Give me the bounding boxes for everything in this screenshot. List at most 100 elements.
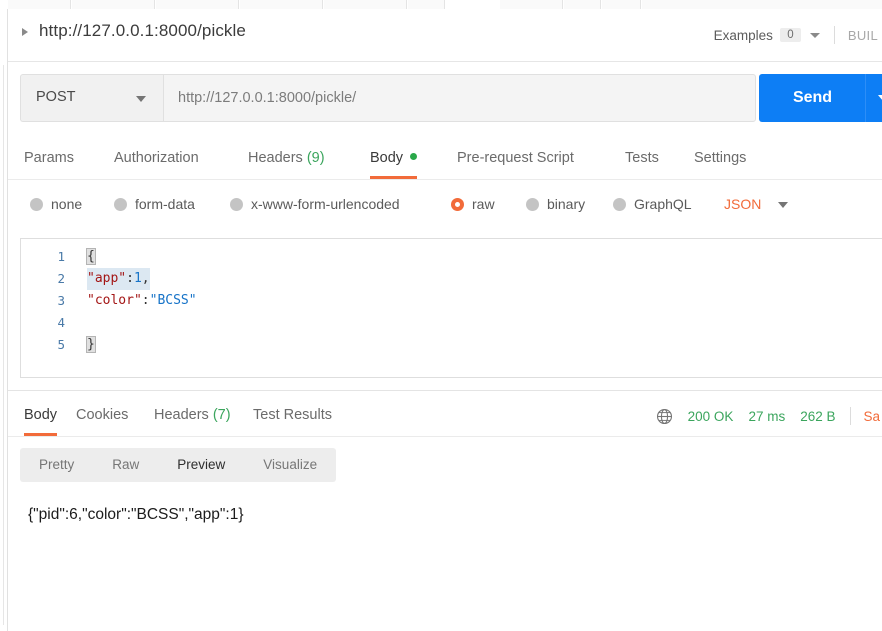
response-view-raw[interactable]: Raw — [93, 448, 158, 482]
body-type-label: none — [51, 196, 83, 212]
chevron-down-icon[interactable] — [778, 202, 788, 208]
body-type-binary[interactable]: binary — [526, 187, 585, 221]
sidebar-inner-edge — [0, 65, 4, 625]
request-title: http://127.0.0.1:8000/pickle — [39, 21, 246, 40]
body-type-form-data[interactable]: form-data — [114, 187, 195, 221]
response-tab-label: Test Results — [253, 407, 332, 423]
sidebar-edge — [0, 9, 8, 631]
response-time: 27 ms — [748, 408, 786, 424]
request-tab-params[interactable]: Params — [24, 139, 74, 179]
response-view-visualize[interactable]: Visualize — [244, 448, 336, 482]
editor-line[interactable]: 2 "app":1, — [21, 268, 882, 290]
header-divider — [833, 26, 835, 44]
body-type-graphql[interactable]: GraphQL — [613, 187, 692, 221]
response-view-preview[interactable]: Preview — [158, 448, 244, 482]
request-tabs: Params Authorization Headers (9) Body Pre-re… — [8, 139, 882, 180]
postman-window: http://127.0.0.1:8000/pickle Examples 0 … — [0, 0, 882, 631]
line-number: 4 — [57, 315, 65, 330]
method-label: POST — [36, 89, 76, 105]
active-tab-underline — [370, 176, 418, 179]
response-tab-count: (7) — [208, 407, 231, 423]
send-options-button[interactable] — [865, 74, 882, 122]
request-tab-label: Pre-request Script — [457, 150, 574, 166]
response-status-group: 200 OK 27 ms 262 B Sa — [656, 396, 880, 436]
editor-line[interactable]: 3 "color":"BCSS" — [21, 290, 882, 312]
editor-lines: 1{2 "app":1, 3 "color":"BCSS" 4 5} — [21, 246, 882, 356]
request-tab-label: Body — [370, 150, 404, 166]
active-tab-underline — [24, 433, 58, 436]
line-code: "color":"BCSS" — [87, 290, 197, 312]
body-type-label: GraphQL — [634, 196, 692, 212]
code-token: } — [86, 336, 96, 353]
build-label[interactable]: BUIL — [848, 28, 878, 43]
chevron-down-icon[interactable] — [809, 32, 820, 38]
body-modified-dot-icon — [410, 153, 418, 160]
body-type-label: x-www-form-urlencoded — [251, 196, 400, 212]
line-code: "app":1, — [87, 268, 150, 290]
radio-icon — [30, 197, 43, 211]
chevron-down-icon — [136, 96, 146, 102]
response-separator — [8, 390, 882, 391]
response-tab-label: Headers — [154, 407, 209, 423]
radio-icon — [114, 197, 127, 211]
code-token: 1 — [133, 271, 142, 286]
code-token: , — [141, 271, 150, 286]
editor-line[interactable]: 5} — [21, 334, 882, 356]
line-number: 3 — [57, 293, 65, 308]
request-tab-label: Headers — [248, 150, 303, 166]
request-tab-count: (9) — [302, 150, 325, 166]
line-code: } — [86, 334, 96, 356]
request-tab-label: Params — [24, 150, 74, 166]
response-tab-headers[interactable]: Headers (7) — [154, 396, 231, 436]
request-tab-tests[interactable]: Tests — [625, 139, 659, 179]
request-tab-pre-request-script[interactable]: Pre-request Script — [457, 139, 574, 179]
response-tab-test-results[interactable]: Test Results — [253, 396, 332, 436]
response-body-content: {"pid":6,"color":"BCSS","app":1} — [28, 506, 244, 523]
response-view-switcher: Pretty Raw Preview Visualize — [20, 448, 337, 482]
request-tab-authorization[interactable]: Authorization — [114, 139, 199, 179]
examples-label: Examples — [713, 27, 773, 43]
body-type-none[interactable]: none — [30, 187, 82, 221]
radio-icon — [451, 197, 464, 211]
line-number: 1 — [57, 249, 65, 264]
response-tabs: 200 OK 27 ms 262 B Sa Body Cookies Headers… — [8, 396, 882, 437]
url-input[interactable] — [163, 74, 756, 122]
request-body-editor[interactable]: 1{2 "app":1, 3 "color":"BCSS" 4 5} — [20, 238, 882, 378]
examples-group: Examples 0 BUIL — [714, 24, 878, 46]
body-type-label: form-data — [135, 196, 195, 212]
request-header-bar: http://127.0.0.1:8000/pickle Examples 0 … — [8, 9, 882, 62]
code-token: : — [126, 271, 134, 286]
code-token: "app" — [87, 271, 127, 286]
radio-icon — [230, 197, 243, 211]
line-number: 2 — [57, 271, 65, 286]
globe-icon — [656, 408, 672, 424]
chevron-down-icon — [878, 95, 882, 101]
body-type-raw[interactable]: raw — [451, 187, 495, 221]
caret-right-icon[interactable] — [22, 28, 28, 36]
editor-line[interactable]: 1{ — [21, 246, 882, 268]
method-dropdown[interactable]: POST — [20, 74, 163, 122]
radio-icon — [526, 197, 539, 211]
radio-icon — [613, 197, 626, 211]
body-format-dropdown[interactable]: JSON — [724, 187, 761, 221]
request-tab-label: Tests — [625, 150, 659, 166]
save-response-button[interactable]: Sa — [863, 409, 880, 424]
editor-line[interactable]: 4 — [21, 312, 882, 334]
code-token: : — [141, 293, 150, 308]
response-tab-label: Cookies — [76, 407, 129, 423]
body-type-x-www-form-urlencoded[interactable]: x-www-form-urlencoded — [230, 187, 400, 221]
line-number: 5 — [57, 337, 65, 352]
response-tab-cookies[interactable]: Cookies — [76, 396, 128, 436]
response-tab-body[interactable]: Body — [24, 396, 58, 436]
line-code: { — [86, 246, 96, 268]
request-tab-body[interactable]: Body — [370, 139, 418, 179]
top-tab-strip — [0, 0, 882, 10]
request-tab-headers[interactable]: Headers (9) — [248, 139, 325, 179]
response-view-pretty[interactable]: Pretty — [20, 448, 93, 482]
request-tab-label: Settings — [694, 150, 747, 166]
send-button[interactable] — [759, 74, 882, 122]
code-token: "BCSS" — [149, 293, 197, 308]
request-tab-settings[interactable]: Settings — [694, 139, 746, 179]
request-tab-label: Authorization — [114, 150, 199, 166]
response-size: 262 B — [800, 408, 836, 424]
